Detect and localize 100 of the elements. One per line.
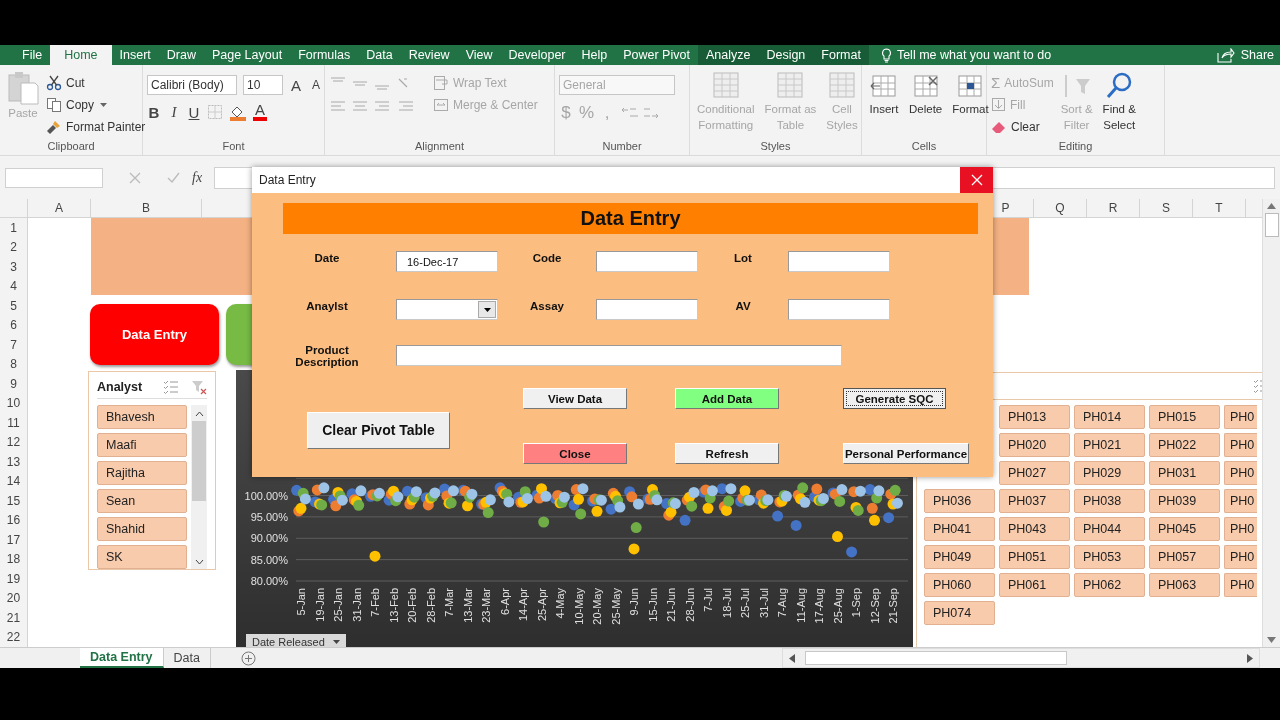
slicer-item[interactable]: PH021 (1074, 433, 1145, 457)
row-header[interactable]: 1 (0, 218, 27, 238)
column-header[interactable]: A (28, 199, 91, 217)
slicer-item[interactable]: PH053 (1074, 545, 1145, 569)
cells-delete-button[interactable]: Delete (906, 69, 946, 119)
form-button[interactable]: Add Data (675, 388, 779, 409)
clear-button[interactable]: Clear (991, 117, 1054, 136)
slicer-item[interactable]: PH036 (924, 489, 995, 513)
row-header[interactable]: 21 (0, 608, 27, 628)
row-header[interactable]: 9 (0, 374, 27, 394)
row-header[interactable]: 18 (0, 549, 27, 569)
form-button[interactable]: Personal Performance (843, 443, 969, 464)
ribbon-tab[interactable]: Data (358, 45, 401, 65)
column-header[interactable]: B (91, 199, 202, 217)
row-header[interactable]: 20 (0, 588, 27, 608)
font-size-dropdown[interactable]: 10 (243, 75, 283, 95)
row-header[interactable]: 13 (0, 452, 27, 472)
column-header[interactable]: S (1140, 199, 1193, 217)
slicer-item[interactable]: PH0 (1224, 489, 1257, 513)
row-header[interactable]: 3 (0, 257, 27, 277)
slicer-item[interactable]: PH074 (924, 601, 995, 625)
slicer-item[interactable]: PH044 (1074, 517, 1145, 541)
cells-format-button[interactable]: Format (949, 69, 992, 119)
sheet-tab[interactable]: Data Entry (80, 648, 164, 668)
ribbon-tab[interactable]: Power Pivot (615, 45, 698, 65)
cells-insert-button[interactable]: Insert (866, 69, 902, 119)
slicer-item[interactable]: PH063 (1149, 573, 1220, 597)
font-color-button[interactable]: A (253, 103, 267, 121)
slicer-item[interactable]: PH020 (999, 433, 1070, 457)
slicer-item[interactable]: PH031 (1149, 461, 1220, 485)
shrink-font-button[interactable]: A (309, 78, 323, 92)
slicer-item[interactable]: PH038 (1074, 489, 1145, 513)
field-button[interactable]: Date Released (246, 634, 346, 647)
row-header[interactable]: 4 (0, 276, 27, 296)
row-header[interactable]: 8 (0, 354, 27, 374)
row-header[interactable]: 6 (0, 315, 27, 335)
row-header[interactable]: 14 (0, 471, 27, 491)
form-button[interactable]: Close (523, 443, 627, 464)
ribbon-tab[interactable]: Draw (158, 45, 204, 65)
underline-button[interactable]: U (187, 103, 201, 121)
slicer-item[interactable]: Bhavesh (97, 405, 187, 429)
ribbon-tab[interactable]: View (457, 45, 501, 65)
format-painter-button[interactable]: Format Painter (46, 117, 146, 136)
ribbon-tab[interactable]: Review (400, 45, 458, 65)
italic-button[interactable]: I (167, 103, 181, 121)
slicer-item[interactable]: PH0 (1224, 545, 1257, 569)
column-header[interactable]: R (1087, 199, 1140, 217)
slicer-item[interactable]: PH039 (1149, 489, 1220, 513)
ribbon-tab[interactable]: Analyze (697, 45, 759, 65)
row-header[interactable]: 22 (0, 627, 27, 647)
slicer-item[interactable]: PH027 (999, 461, 1070, 485)
slicer-item[interactable]: Shahid (97, 517, 187, 541)
slicer-item[interactable]: PH049 (924, 545, 995, 569)
row-header[interactable]: 16 (0, 510, 27, 530)
slicer-item[interactable]: PH013 (999, 405, 1070, 429)
slicer-item[interactable]: Sean (97, 489, 187, 513)
row-header[interactable]: 15 (0, 491, 27, 511)
bold-button[interactable]: B (147, 103, 161, 121)
slicer-item[interactable]: PH0 (1224, 517, 1257, 541)
font-name-dropdown[interactable]: Calibri (Body) (147, 75, 237, 95)
row-header[interactable]: 19 (0, 569, 27, 589)
ribbon-tab[interactable]: Page Layout (203, 45, 291, 65)
slicer-item[interactable]: PH043 (999, 517, 1070, 541)
slicer-item[interactable]: PH061 (999, 573, 1070, 597)
slicer-item[interactable]: Maafi (97, 433, 187, 457)
slicer-item[interactable]: PH015 (1149, 405, 1220, 429)
ribbon-tab[interactable]: Format (813, 45, 869, 65)
slicer-item[interactable]: PH022 (1149, 433, 1220, 457)
slicer-item[interactable]: PH0 (1224, 461, 1257, 485)
slicer-item[interactable]: PH0 (1224, 433, 1257, 457)
row-header[interactable]: 11 (0, 413, 27, 433)
form-button[interactable]: Refresh (675, 443, 779, 464)
row-header[interactable]: 12 (0, 432, 27, 452)
ribbon-tab[interactable]: Help (573, 45, 616, 65)
slicer-item[interactable]: PH014 (1074, 405, 1145, 429)
find-select-button[interactable]: Find & Select (1099, 69, 1139, 135)
row-header[interactable]: 2 (0, 237, 27, 257)
row-header[interactable]: 5 (0, 296, 27, 316)
ribbon-tab[interactable]: Design (758, 45, 814, 65)
slicer-item[interactable]: PH060 (924, 573, 995, 597)
form-button[interactable]: Generate SQC (843, 388, 946, 409)
row-header[interactable]: 17 (0, 530, 27, 550)
row-header[interactable]: 7 (0, 335, 27, 355)
form-button[interactable]: View Data (523, 388, 627, 409)
slicer-item[interactable]: SK (97, 545, 187, 569)
input-field[interactable]: 16-Dec-17 (396, 251, 498, 272)
slicer-item[interactable]: PH0 (1224, 405, 1257, 429)
column-header[interactable]: T (1193, 199, 1246, 217)
copy-button[interactable]: Copy (46, 95, 146, 114)
ribbon-tab[interactable]: Developer (500, 45, 574, 65)
clear-pivot-button[interactable]: Clear Pivot Table (307, 411, 450, 449)
row-header[interactable]: 10 (0, 393, 27, 413)
ribbon-tab[interactable]: Formulas (290, 45, 359, 65)
slicer-item[interactable]: PH051 (999, 545, 1070, 569)
tell-me-search[interactable]: Tell me what you want to do (868, 45, 1052, 65)
slicer-item[interactable]: PH057 (1149, 545, 1220, 569)
ribbon-tab[interactable]: Home (50, 45, 112, 65)
share-button[interactable]: Share (1216, 45, 1280, 65)
insert-function-button[interactable]: fx (192, 169, 203, 186)
ribbon-tab[interactable]: File (14, 45, 51, 65)
